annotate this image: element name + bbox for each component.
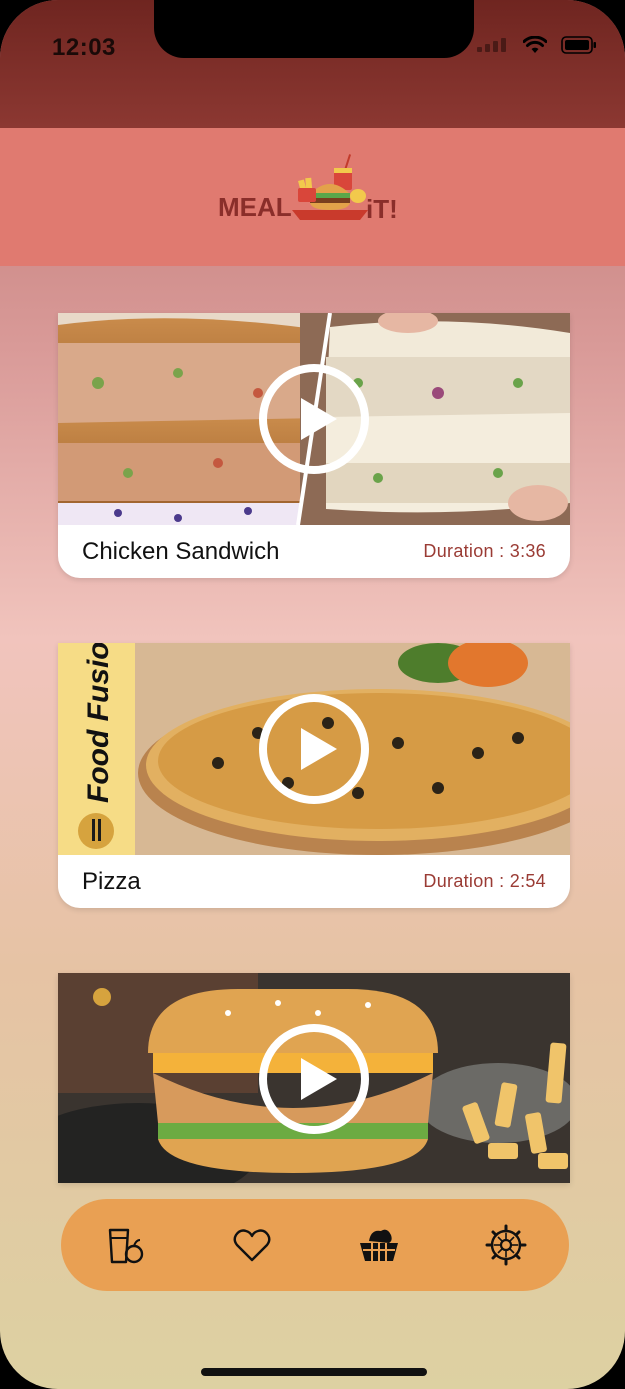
video-thumbnail[interactable]: Food Fusion (58, 643, 570, 855)
video-card-burger[interactable] (58, 973, 570, 1183)
food-basket-icon (359, 1229, 398, 1261)
nav-settings[interactable] (476, 1215, 536, 1275)
wifi-icon (523, 36, 547, 53)
signal-icon (477, 38, 506, 52)
video-duration: Duration : 2:54 (423, 871, 546, 891)
video-title: Chicken Sandwich (82, 537, 280, 565)
nav-favorites[interactable] (222, 1215, 282, 1275)
video-card-pizza[interactable]: Food Fusion Pizza Duration : 2:54 (58, 643, 570, 908)
nav-meals[interactable] (349, 1215, 409, 1275)
gear-icon (485, 1224, 526, 1266)
home-indicator[interactable] (201, 1368, 427, 1376)
logo-text-it: iT! (366, 194, 398, 224)
bottom-nav (61, 1199, 569, 1291)
drink-fruit-icon (108, 1228, 143, 1264)
heart-icon (233, 1229, 270, 1262)
video-thumbnail[interactable] (58, 973, 570, 1183)
status-bar: 12:03 (0, 0, 625, 128)
nav-drinks[interactable] (95, 1215, 155, 1275)
video-thumbnail[interactable] (58, 313, 570, 525)
brand-label: Food Fusion (82, 643, 115, 803)
video-card-chicken-sandwich[interactable]: Chicken Sandwich Duration : 3:36 (58, 313, 570, 578)
video-duration: Duration : 3:36 (423, 541, 546, 561)
play-icon[interactable] (257, 362, 371, 476)
meal-it-logo: MEAL iT! (218, 154, 398, 224)
video-title: Pizza (82, 867, 141, 895)
battery-icon (561, 36, 596, 54)
device-notch (154, 0, 474, 58)
play-icon[interactable] (257, 1022, 371, 1136)
play-icon[interactable] (257, 692, 371, 806)
logo-text-meal: MEAL (218, 192, 292, 222)
app-screen: 12:03 MEAL iT! Chicken Sandwich Duration… (0, 0, 625, 1389)
status-time: 12:03 (52, 34, 116, 61)
